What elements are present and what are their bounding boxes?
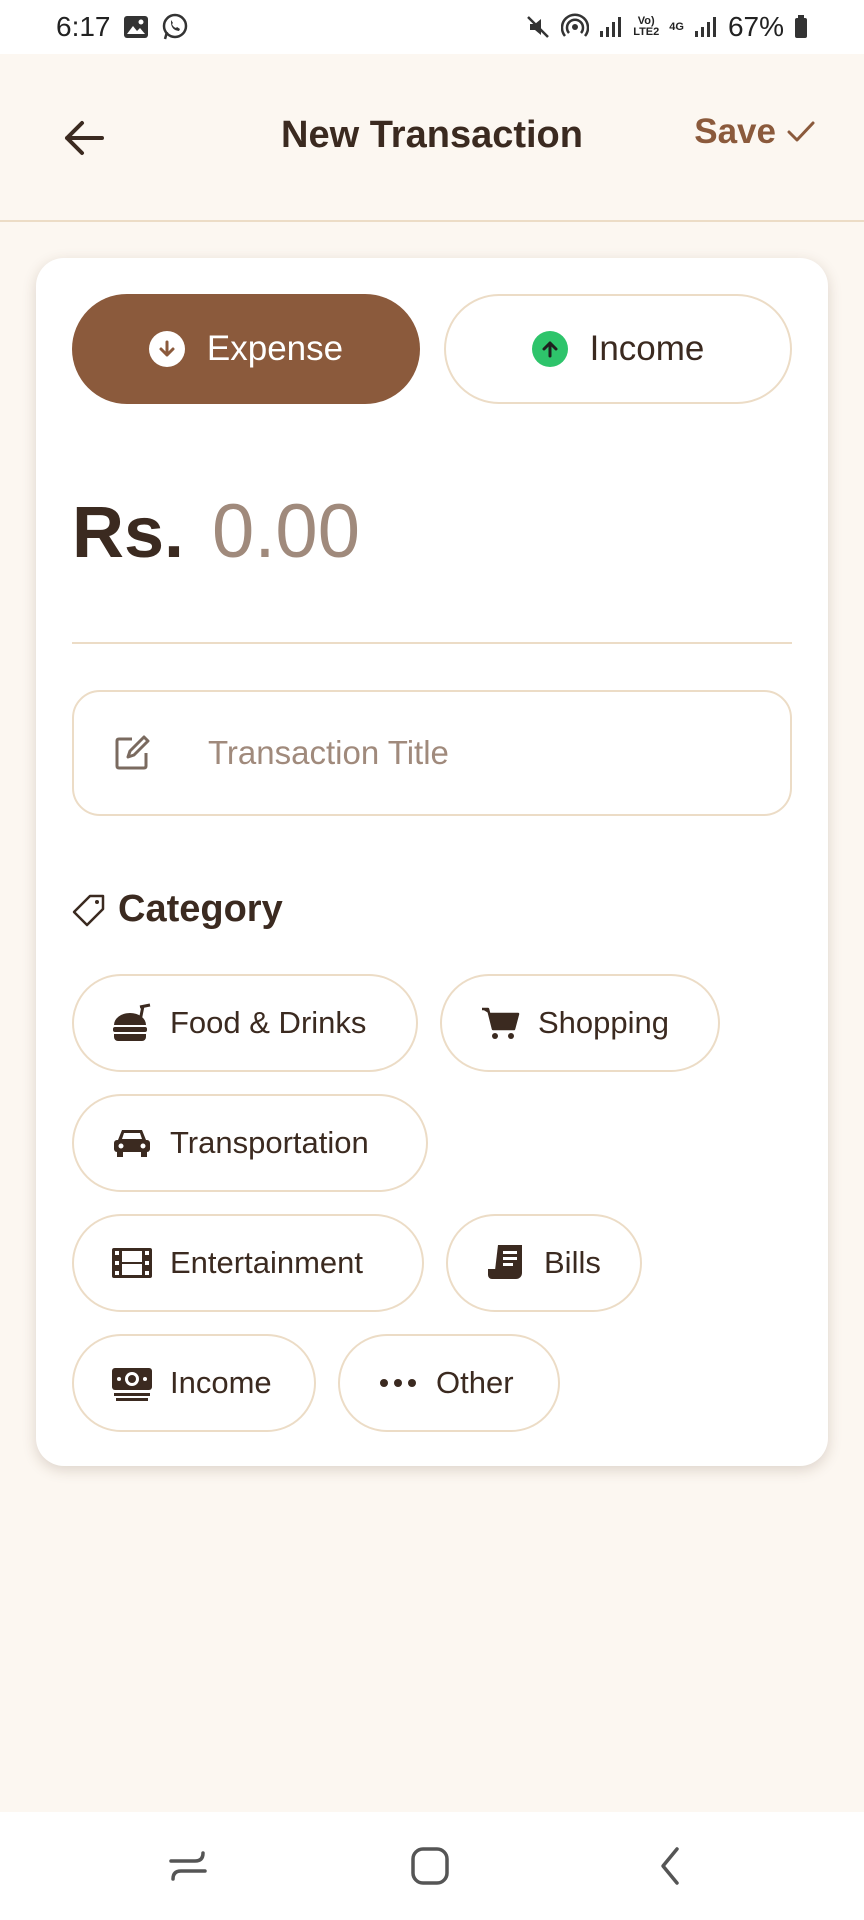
mute-icon [525,14,551,40]
status-right: Vo) LTE2 4G 67% [525,11,808,43]
amount-input[interactable]: Rs. 0.00 [72,488,360,575]
status-left: 6:17 [56,11,189,43]
transaction-card: Expense Income Rs. 0.00 Transaction Titl… [36,258,828,1466]
recents-icon [169,1851,207,1881]
system-nav-bar [0,1812,864,1920]
arrow-down-circle-icon [148,331,185,367]
food-icon [110,1001,154,1045]
category-label-food: Food & Drinks [170,1005,367,1040]
battery-icon [794,15,808,39]
expense-button[interactable]: Expense [72,294,420,404]
category-header: Category [72,888,283,931]
category-chip-income[interactable]: Income [72,1334,316,1432]
film-icon [110,1241,154,1285]
category-label-income: Income [170,1365,272,1400]
save-label: Save [694,112,776,151]
check-icon [787,121,815,142]
car-icon [110,1121,154,1165]
income-button[interactable]: Income [444,294,792,404]
screen: 6:17 Vo) LTE2 4G 67% New Transaction Sav… [0,0,864,1920]
volte-label: Vo) LTE2 [633,15,660,38]
receipt-icon [484,1241,528,1285]
status-bar: 6:17 Vo) LTE2 4G 67% [0,0,864,54]
category-chip-shopping[interactable]: Shopping [440,974,720,1072]
save-button[interactable]: Save [694,112,816,152]
edit-icon [115,735,150,770]
category-chip-other[interactable]: Other [338,1334,560,1432]
back-nav-button[interactable] [640,1838,700,1894]
category-label-other: Other [436,1365,514,1400]
network-type: 4G [669,20,684,33]
whatsapp-icon [161,13,189,41]
home-button[interactable] [400,1838,460,1894]
expense-label: Expense [206,329,344,368]
battery-percent: 67% [727,11,784,42]
transaction-title-field[interactable] [72,690,792,816]
transaction-title-input[interactable] [208,734,728,772]
amount-value: 0.00 [212,489,360,574]
more-icon [376,1361,420,1405]
recents-button[interactable] [158,1838,218,1894]
home-icon [411,1847,449,1885]
cart-icon [478,1001,522,1045]
category-label-entertainment: Entertainment [170,1245,363,1280]
income-label: Income [589,329,705,368]
amount-divider [72,642,792,644]
signal-icon-2 [694,16,718,38]
app-header: New Transaction Save [0,54,864,222]
gallery-icon [123,15,149,39]
category-chip-bills[interactable]: Bills [446,1214,642,1312]
signal-icon [599,16,623,38]
hotspot-icon [561,13,590,41]
money-icon [110,1361,154,1405]
category-title: Category [118,888,283,930]
category-chip-transportation[interactable]: Transportation [72,1094,428,1192]
transaction-type-toggle: Expense Income [72,294,792,404]
category-label-transportation: Transportation [170,1125,369,1160]
currency-label: Rs. [72,493,185,573]
category-chip-entertainment[interactable]: Entertainment [72,1214,424,1312]
arrow-up-circle-icon [531,331,568,367]
chevron-left-icon [661,1847,679,1885]
status-time: 6:17 [56,11,111,42]
category-label-bills: Bills [544,1245,601,1280]
tag-icon [72,894,105,926]
category-label-shopping: Shopping [538,1005,670,1040]
category-chip-food[interactable]: Food & Drinks [72,974,418,1072]
